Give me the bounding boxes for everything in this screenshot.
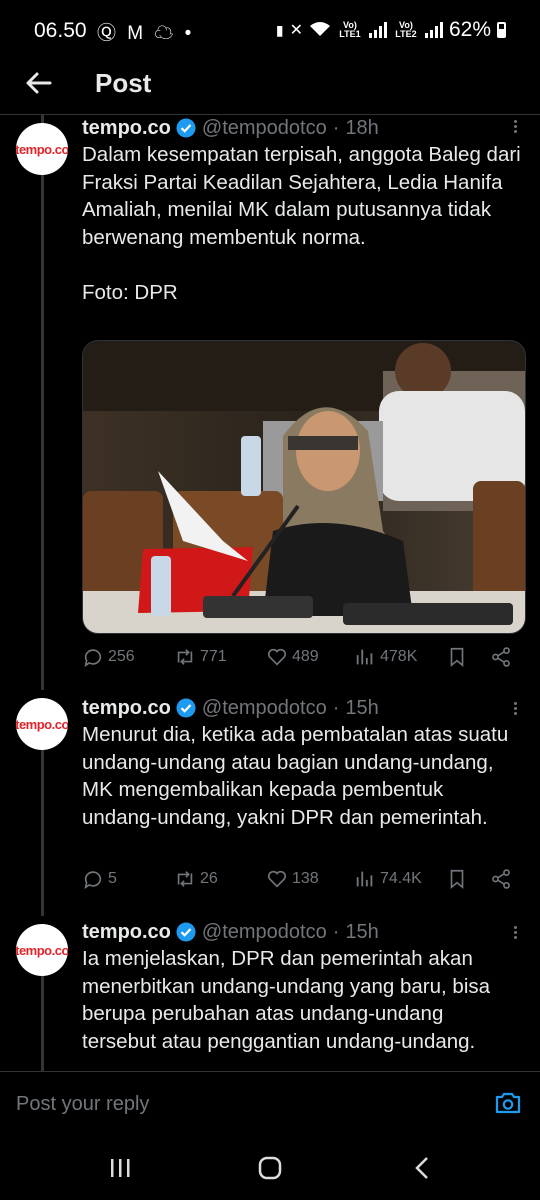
- volte1-label: Vo) LTE1: [339, 20, 361, 39]
- repost-icon: [177, 871, 193, 887]
- tweet-photo[interactable]: [82, 340, 526, 634]
- bookmark-icon: [450, 869, 464, 890]
- clock: 06.50: [34, 19, 87, 42]
- top-bar: Post: [0, 62, 540, 115]
- page-title: Post: [95, 68, 152, 98]
- like-count: 138: [292, 870, 319, 887]
- views-icon: [356, 649, 373, 665]
- views-icon: [356, 871, 373, 887]
- camera-icon[interactable]: [494, 1091, 522, 1115]
- more-options-icon[interactable]: [513, 700, 518, 717]
- home-icon[interactable]: [258, 1156, 282, 1180]
- avatar[interactable]: tempo.co: [16, 123, 68, 175]
- share-button[interactable]: [490, 646, 512, 668]
- post-time: 15h: [345, 920, 379, 943]
- share-icon: [492, 869, 510, 889]
- reply-icon: [84, 871, 102, 889]
- wifi-icon: [309, 21, 331, 40]
- mute-icon: ✕: [289, 22, 303, 39]
- tweet-actions: 5 26 138 74.4K: [82, 868, 518, 898]
- signal-2-icon: [424, 22, 443, 38]
- post-time: 18h: [345, 116, 379, 139]
- more-options-icon[interactable]: [513, 118, 518, 135]
- share-button[interactable]: [490, 868, 512, 890]
- verified-badge-icon: [176, 698, 196, 718]
- reply-input[interactable]: Post your reply: [16, 1093, 149, 1116]
- recent-apps-icon[interactable]: [108, 1158, 132, 1178]
- reply-button[interactable]: 256: [82, 646, 135, 668]
- photo-illustration: [83, 341, 525, 633]
- reply-icon: [84, 649, 102, 667]
- repost-button[interactable]: 26: [174, 868, 218, 890]
- more-options-icon[interactable]: [513, 924, 518, 941]
- avatar[interactable]: tempo.co: [16, 698, 68, 750]
- notification-icons: Ⓠ M ☁ •: [97, 23, 195, 44]
- signal-1-icon: [368, 22, 387, 38]
- bookmark-button[interactable]: [446, 646, 468, 668]
- avatar[interactable]: tempo.co: [16, 924, 68, 976]
- tweet-actions: 256 771 489 478K: [82, 646, 518, 676]
- repost-count: 771: [200, 648, 227, 665]
- like-count: 489: [292, 648, 319, 665]
- status-bar: 06.50 Ⓠ M ☁ • ▮ ✕ Vo) LTE1 Vo) LTE2 62%: [0, 0, 540, 62]
- share-icon: [492, 647, 510, 667]
- post-time: 15h: [345, 696, 379, 719]
- tweet-text: Ia menjelaskan, DPR dan pemerintah akan …: [82, 947, 496, 1053]
- reply-count: 5: [108, 870, 117, 887]
- view-count: 478K: [380, 648, 418, 665]
- bookmark-button[interactable]: [446, 868, 468, 890]
- author-name[interactable]: tempo.co: [82, 117, 171, 140]
- volte2-label: Vo) LTE2: [395, 20, 417, 39]
- author-handle[interactable]: @tempodotco: [202, 117, 327, 140]
- author-handle[interactable]: @tempodotco: [202, 921, 327, 944]
- reply-button[interactable]: 5: [82, 868, 117, 890]
- tweet-text: Menurut dia, ketika ada pembatalan atas …: [82, 723, 514, 829]
- like-button[interactable]: 138: [266, 868, 319, 890]
- like-button[interactable]: 489: [266, 646, 319, 668]
- author-handle[interactable]: @tempodotco: [202, 697, 327, 720]
- tweet[interactable]: tempo.co tempo.co @tempodotco · 15h Ia m…: [0, 916, 540, 1071]
- views-button[interactable]: 478K: [354, 646, 417, 668]
- author-name[interactable]: tempo.co: [82, 921, 171, 944]
- verified-badge-icon: [176, 922, 196, 942]
- view-count: 74.4K: [380, 870, 422, 887]
- back-arrow-icon[interactable]: [24, 68, 54, 98]
- repost-button[interactable]: 771: [174, 646, 227, 668]
- battery-saver-icon: ▮: [275, 21, 284, 38]
- tweet-text: Dalam kesempatan terpisah, anggota Baleg…: [82, 143, 521, 304]
- repost-icon: [177, 649, 193, 665]
- repost-count: 26: [200, 870, 218, 887]
- back-nav-icon[interactable]: [412, 1156, 432, 1180]
- reply-count: 256: [108, 648, 135, 665]
- heart-icon: [267, 870, 287, 888]
- verified-badge-icon: [176, 118, 196, 138]
- tweet[interactable]: tempo.co tempo.co @tempodotco · 18h Dala…: [0, 114, 540, 690]
- author-name[interactable]: tempo.co: [82, 697, 171, 720]
- heart-icon: [267, 648, 287, 666]
- bookmark-icon: [450, 647, 464, 668]
- battery-percent: 62%: [448, 18, 491, 41]
- tweet[interactable]: tempo.co tempo.co @tempodotco · 15h Menu…: [0, 690, 540, 916]
- reply-composer[interactable]: Post your reply: [0, 1071, 540, 1130]
- battery-icon: [497, 22, 506, 38]
- views-button[interactable]: 74.4K: [354, 868, 422, 890]
- system-navigation-bar: [0, 1130, 540, 1200]
